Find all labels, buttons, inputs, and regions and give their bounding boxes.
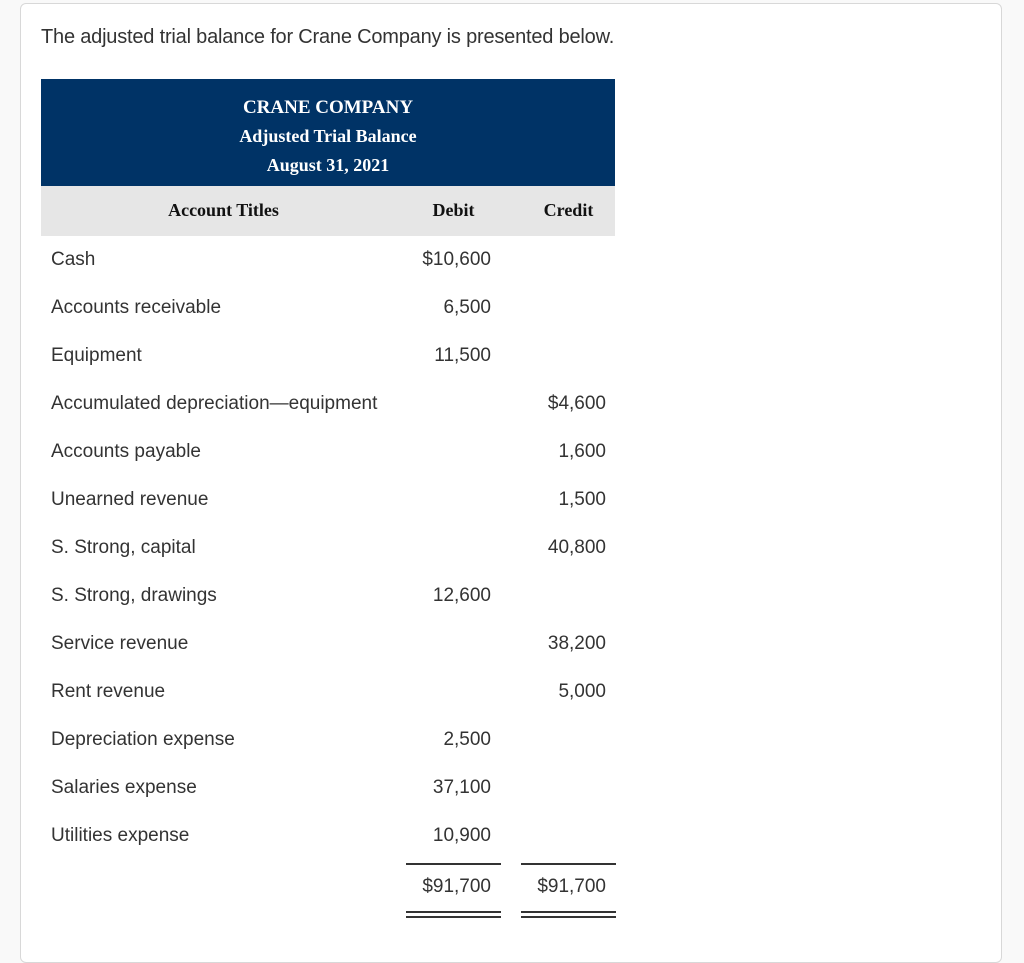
table-row: Accounts payable 1,600 xyxy=(41,428,615,476)
totals-row: $91,700 $91,700 xyxy=(41,860,616,918)
column-header-credit: Credit xyxy=(543,200,594,220)
account-title: Accounts payable xyxy=(51,441,201,462)
account-title: Rent revenue xyxy=(51,681,166,702)
intro-text: The adjusted trial balance for Crane Com… xyxy=(41,26,615,48)
statement-header: CRANE COMPANY Adjusted Trial Balance Aug… xyxy=(41,79,615,186)
table-row: Accumulated depreciation—equipment $4,60… xyxy=(41,380,615,428)
table-row: S. Strong, capital 40,800 xyxy=(41,524,615,572)
account-title: Cash xyxy=(51,249,96,270)
debit-total-underline xyxy=(406,863,501,865)
credit-total-underline xyxy=(521,863,616,865)
debit-amount: 10,900 xyxy=(432,825,491,846)
debit-amount: 37,100 xyxy=(432,777,491,798)
table-row: Depreciation expense 2,500 xyxy=(41,716,615,764)
account-title: Accounts receivable xyxy=(51,297,222,318)
statement-title: Adjusted Trial Balance xyxy=(239,126,417,146)
debit-amount: $10,600 xyxy=(422,249,491,270)
credit-amount: 1,600 xyxy=(558,441,606,462)
table-row: Equipment 11,500 xyxy=(41,332,615,380)
debit-total-double-underline xyxy=(406,911,501,918)
debit-amount: 6,500 xyxy=(443,297,491,318)
debit-total: $91,700 xyxy=(422,876,491,897)
table-row: Accounts receivable 6,500 xyxy=(41,284,615,332)
account-title: S. Strong, drawings xyxy=(51,585,217,606)
credit-amount: 1,500 xyxy=(558,489,606,510)
question-card: The adjusted trial balance for Crane Com… xyxy=(20,3,1002,963)
account-title: S. Strong, capital xyxy=(51,537,196,558)
column-header-debit: Debit xyxy=(432,200,475,220)
table-row: Utilities expense 10,900 xyxy=(41,812,615,860)
table-row: Rent revenue 5,000 xyxy=(41,668,615,716)
table-row: Unearned revenue 1,500 xyxy=(41,476,615,524)
statement-date: August 31, 2021 xyxy=(266,155,390,175)
table-body: Cash $10,600 Accounts receivable 6,500 E… xyxy=(41,236,616,918)
credit-amount: 40,800 xyxy=(547,537,606,558)
debit-amount: 12,600 xyxy=(432,585,491,606)
credit-amount: 5,000 xyxy=(558,681,606,702)
column-header-row: Account Titles Debit Credit xyxy=(41,186,615,236)
credit-total-double-underline xyxy=(521,911,616,918)
debit-amount: 2,500 xyxy=(443,729,491,750)
account-title: Service revenue xyxy=(51,633,189,654)
table-row: S. Strong, drawings 12,600 xyxy=(41,572,615,620)
credit-amount: 38,200 xyxy=(547,633,606,654)
account-title: Utilities expense xyxy=(51,825,190,846)
table-row: Service revenue 38,200 xyxy=(41,620,615,668)
debit-amount: 11,500 xyxy=(434,345,491,366)
table-row: Cash $10,600 xyxy=(41,236,615,284)
credit-total: $91,700 xyxy=(537,876,606,897)
account-title: Equipment xyxy=(51,345,142,366)
table-row: Salaries expense 37,100 xyxy=(41,764,615,812)
account-title: Unearned revenue xyxy=(51,489,209,510)
company-name: CRANE COMPANY xyxy=(242,97,414,118)
account-title: Salaries expense xyxy=(51,777,197,798)
account-title: Depreciation expense xyxy=(51,729,235,750)
credit-amount: $4,600 xyxy=(547,393,606,414)
account-title: Accumulated depreciation—equipment xyxy=(51,393,378,414)
trial-balance-table: CRANE COMPANY Adjusted Trial Balance Aug… xyxy=(41,79,616,918)
column-header-account: Account Titles xyxy=(168,200,279,220)
